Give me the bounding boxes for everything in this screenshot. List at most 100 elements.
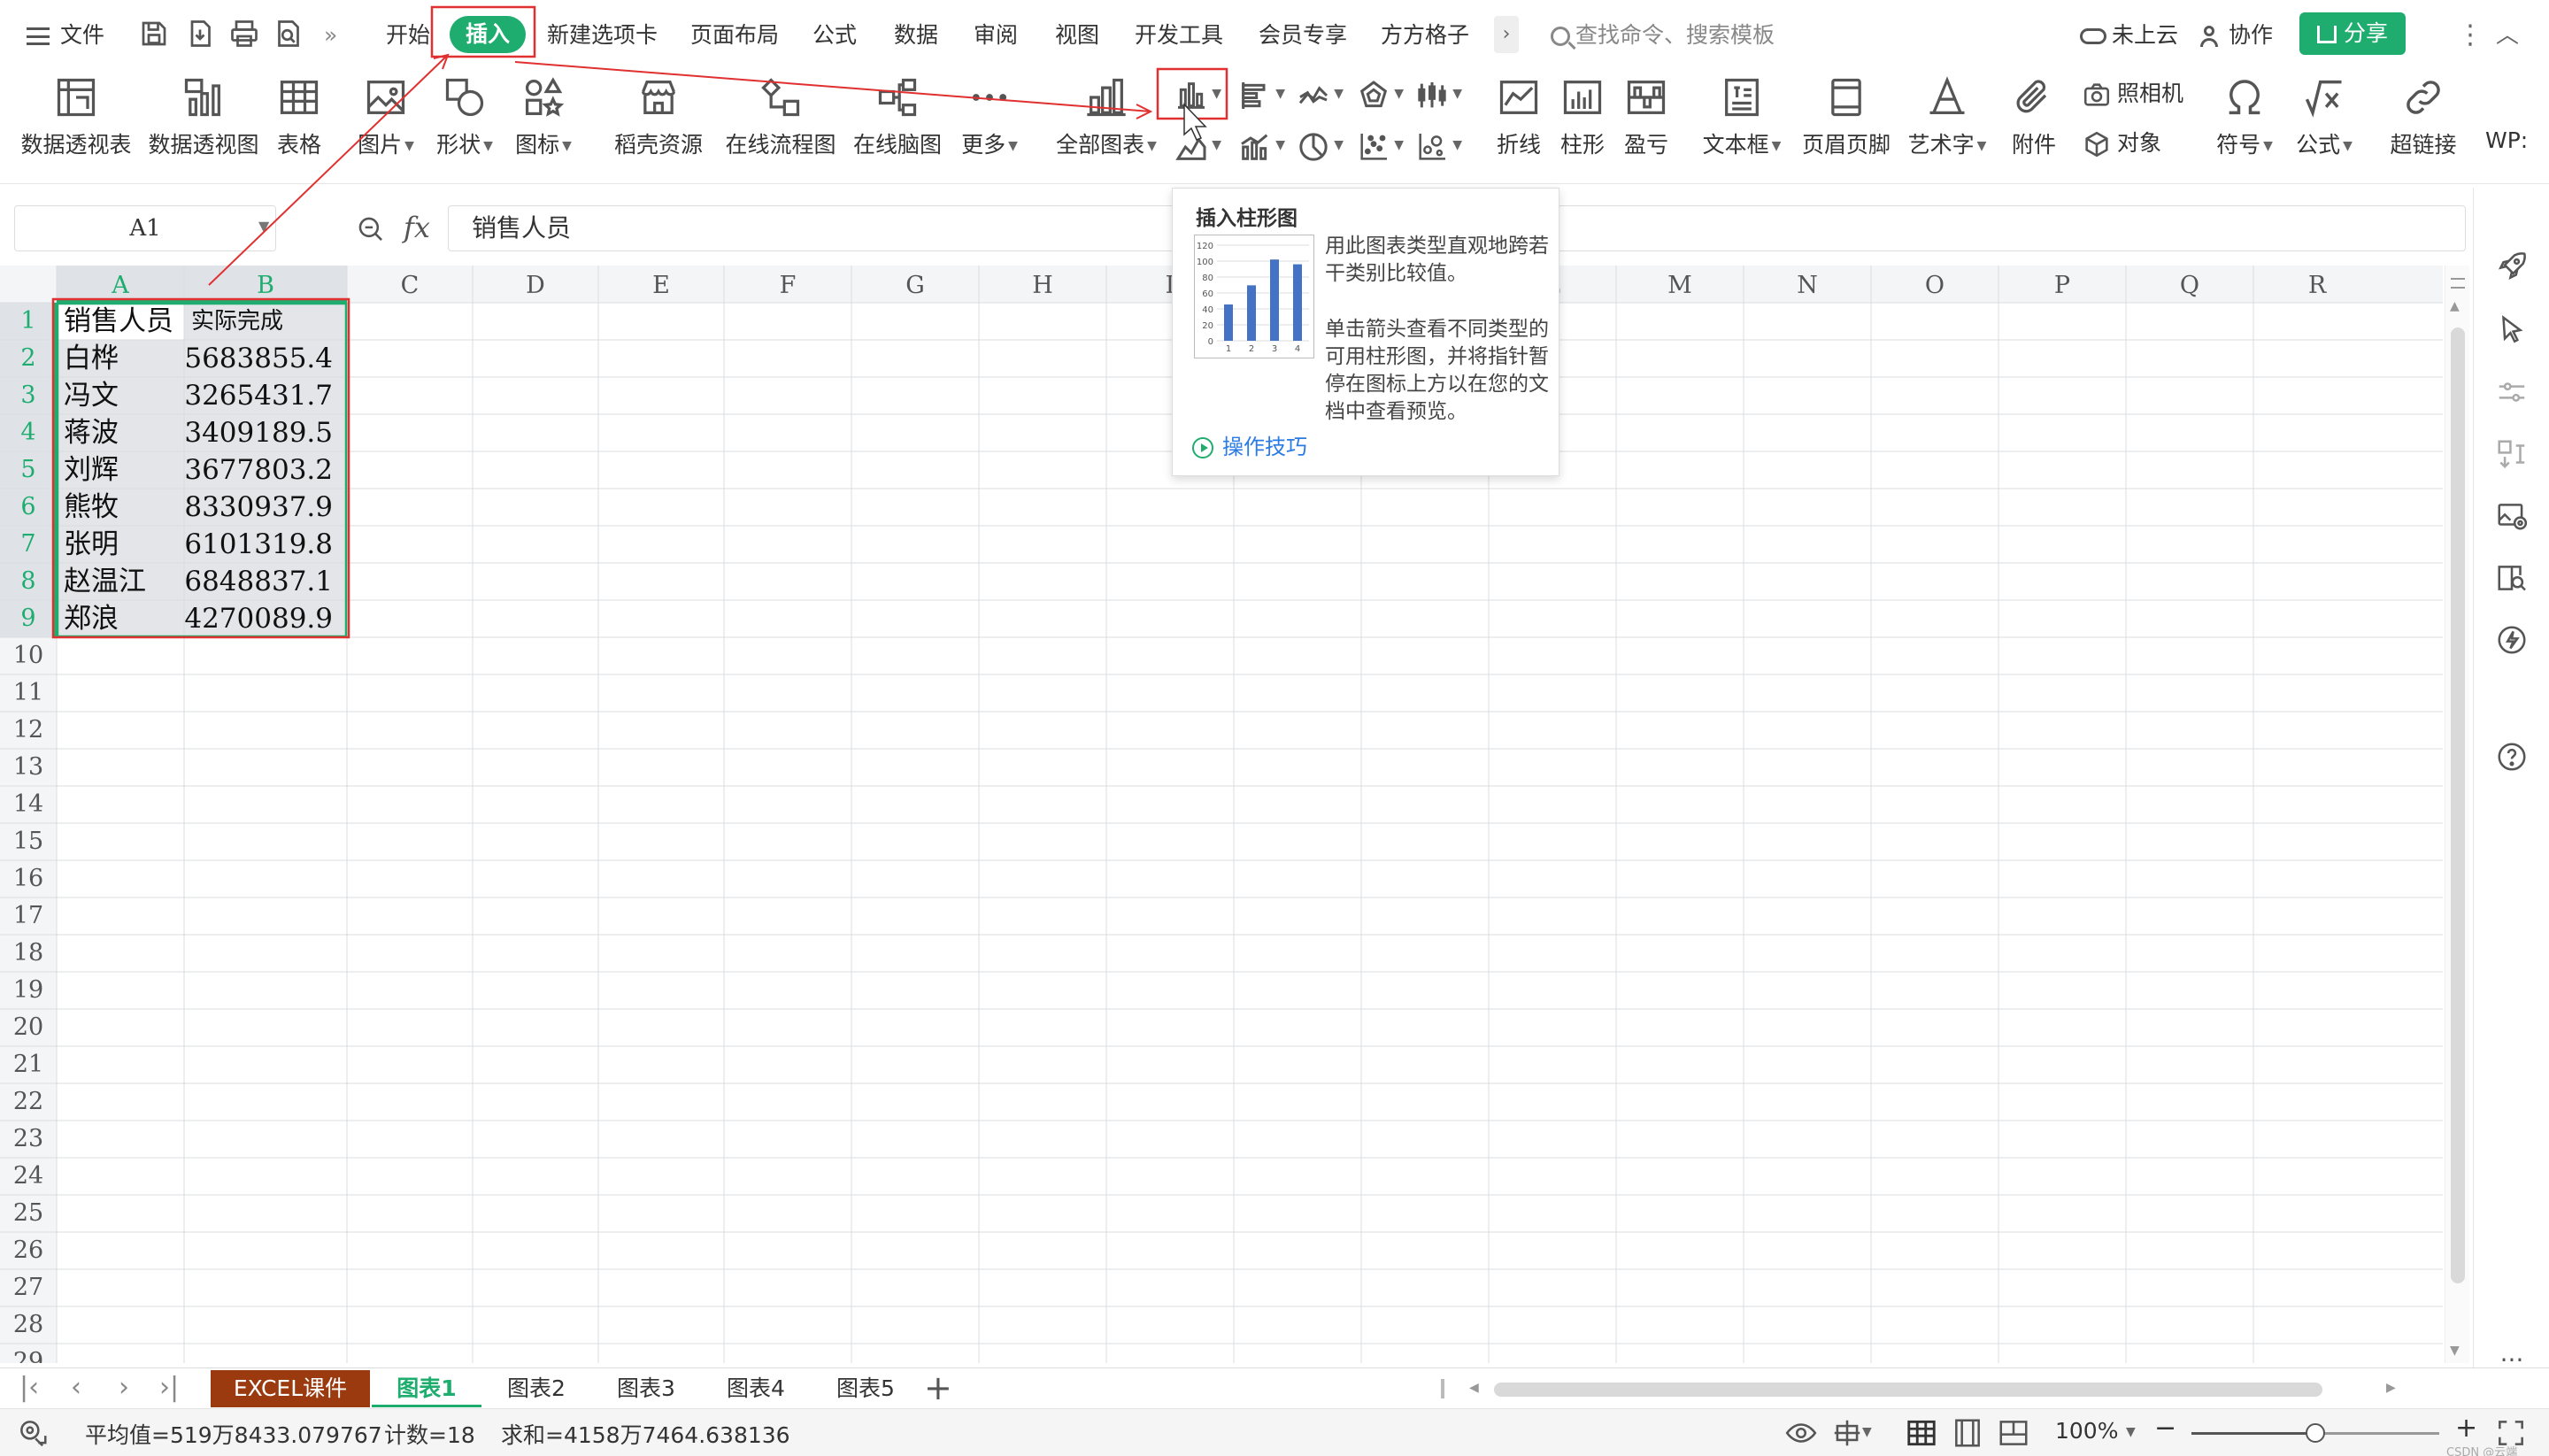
zoom-level[interactable]: 100% <box>2055 1418 2118 1444</box>
hyperlink-button[interactable]: 超链接 <box>2384 69 2462 182</box>
vertical-scrollbar[interactable]: ▲ ▼ <box>2445 266 2469 1363</box>
sheet-tab-chart5[interactable]: 图表5 <box>811 1370 920 1407</box>
first-sheet-icon[interactable]: |‹ <box>19 1372 39 1403</box>
normal-view-icon[interactable] <box>1905 1416 1938 1450</box>
more-button[interactable]: 更多 ▼ <box>956 69 1023 182</box>
pivot-chart-button[interactable]: 数据透视图 <box>145 69 262 182</box>
lightning-icon[interactable] <box>2495 623 2529 657</box>
help-icon[interactable] <box>2495 740 2529 774</box>
row-header-20[interactable]: 20 <box>0 1009 57 1046</box>
row-header-28[interactable]: 28 <box>0 1306 57 1344</box>
command-search[interactable]: 查找命令、搜索模板 <box>1551 18 1775 53</box>
dropdown-arrow-icon[interactable]: ▼ <box>1862 1425 1872 1439</box>
column-header-P[interactable]: P <box>1998 266 2126 303</box>
prev-sheet-icon[interactable]: ‹ <box>71 1372 81 1403</box>
column-header-N[interactable]: N <box>1744 266 1871 303</box>
horizontal-scrollbar[interactable]: ◀ ▶ <box>1469 1379 2400 1400</box>
scatter-chart-button[interactable]: ▼ <box>1356 126 1405 168</box>
sheet-tab-excel[interactable]: EXCEL课件 <box>211 1370 370 1407</box>
shape-button[interactable]: 形状 ▼ <box>430 69 499 182</box>
all-charts-button[interactable]: 全部图表 ▼ <box>1051 69 1161 182</box>
docer-resources-button[interactable]: 稻壳资源 <box>611 69 706 182</box>
page-break-view-icon[interactable] <box>1997 1416 2030 1450</box>
file-menu[interactable]: 文件 <box>27 18 104 53</box>
row-header-14[interactable]: 14 <box>0 786 57 823</box>
tab-developer[interactable]: 开发工具 <box>1135 18 1223 53</box>
wps-cut-button[interactable]: WP: <box>2478 69 2549 182</box>
pivot-table-button[interactable]: 数据透视表 <box>18 69 135 182</box>
table-button[interactable]: 表格 <box>269 69 329 182</box>
horizontal-scrollbar-thumb[interactable] <box>1494 1383 2322 1397</box>
chevron-down-icon[interactable]: ▼ <box>258 218 269 235</box>
row-header-9[interactable]: 9 <box>0 600 57 637</box>
row-header-18[interactable]: 18 <box>0 935 57 972</box>
picture-button[interactable]: 图片 ▼ <box>352 69 420 182</box>
attachment-button[interactable]: 附件 <box>2002 69 2066 182</box>
row-header-24[interactable]: 24 <box>0 1158 57 1195</box>
macro-record-icon[interactable] <box>16 1416 50 1450</box>
zoom-in-icon[interactable]: + <box>2455 1413 2477 1444</box>
stock-chart-button[interactable]: ▼ <box>1414 74 1464 117</box>
sparkline-winloss-button[interactable]: 盈亏 <box>1614 69 1678 182</box>
bar-chart-button[interactable]: ▼ <box>1237 74 1287 117</box>
tips-link[interactable]: 操作技巧 <box>1192 429 1307 460</box>
wordart-button[interactable]: 艺术字 ▼ <box>1905 69 1990 182</box>
tab-split-handle[interactable] <box>1441 1379 1444 1398</box>
column-header-G[interactable]: G <box>851 266 979 303</box>
cell-A7[interactable]: 张明 <box>57 526 184 563</box>
sliders-icon[interactable] <box>2495 375 2529 409</box>
cell-A8[interactable]: 赵温江 <box>57 563 184 600</box>
cell-A3[interactable]: 冯文 <box>57 377 184 414</box>
row-header-8[interactable]: 8 <box>0 563 57 600</box>
cell-B3[interactable]: 3265431.7 <box>184 377 347 414</box>
tab-page-layout[interactable]: 页面布局 <box>690 18 779 53</box>
split-handle-icon[interactable] <box>2451 278 2465 289</box>
print-preview-icon[interactable] <box>273 18 304 50</box>
collapse-ribbon-icon[interactable]: ︿ <box>2496 18 2519 53</box>
cell-B2[interactable]: 5683855.4 <box>184 340 347 377</box>
formula-insert-button[interactable]: 公式 ▼ <box>2289 69 2360 182</box>
object-button[interactable]: 对象 <box>2082 124 2161 163</box>
sparkline-line-button[interactable]: 折线 <box>1487 69 1551 182</box>
column-header-H[interactable]: H <box>979 266 1106 303</box>
row-header-15[interactable]: 15 <box>0 823 57 860</box>
collab-button[interactable]: 协作 <box>2200 18 2273 53</box>
zoom-slider[interactable] <box>2191 1423 2439 1443</box>
dropdown-arrow-icon[interactable]: ▼ <box>2126 1425 2136 1439</box>
sheet-tab-chart2[interactable]: 图表2 <box>481 1370 591 1407</box>
tab-member[interactable]: 会员专享 <box>1259 18 1347 53</box>
row-header-21[interactable]: 21 <box>0 1046 57 1083</box>
tab-insert[interactable]: 插入 <box>450 16 526 53</box>
bubble-chart-button[interactable]: ▼ <box>1414 126 1464 168</box>
row-header-2[interactable]: 2 <box>0 340 57 377</box>
tab-review[interactable]: 审阅 <box>974 18 1018 53</box>
symbol-button[interactable]: 符号 ▼ <box>2209 69 2280 182</box>
scroll-left-icon[interactable]: ◀ <box>1469 1381 1479 1395</box>
last-sheet-icon[interactable]: ›| <box>159 1372 179 1403</box>
scroll-up-icon[interactable]: ▲ <box>2450 299 2460 313</box>
sparkline-column-button[interactable]: 柱形 <box>1551 69 1614 182</box>
column-header-F[interactable]: F <box>724 266 851 303</box>
sheet-tab-chart3[interactable]: 图表3 <box>591 1370 701 1407</box>
row-header-29[interactable]: 29 <box>0 1344 57 1363</box>
tab-data[interactable]: 数据 <box>894 18 938 53</box>
row-header-5[interactable]: 5 <box>0 451 57 489</box>
cell-A2[interactable]: 白桦 <box>57 340 184 377</box>
row-header-22[interactable]: 22 <box>0 1083 57 1121</box>
camera-button[interactable]: 照相机 <box>2082 74 2183 113</box>
row-header-23[interactable]: 23 <box>0 1121 57 1158</box>
crosshair-icon[interactable] <box>1830 1416 1864 1450</box>
row-header-11[interactable]: 11 <box>0 674 57 712</box>
scroll-down-icon[interactable]: ▼ <box>2450 1344 2460 1358</box>
more-options-icon[interactable]: ⋮ <box>2457 18 2484 53</box>
line-chart-button[interactable]: ▼ <box>1296 74 1345 117</box>
cell-B8[interactable]: 6848837.1 <box>184 563 347 600</box>
cell-A9[interactable]: 郑浪 <box>57 600 184 637</box>
eye-protection-icon[interactable] <box>1784 1416 1818 1450</box>
area-chart-button[interactable]: ▼ <box>1174 126 1223 168</box>
zoom-out-icon[interactable]: − <box>2154 1413 2176 1444</box>
more-quick-icon[interactable]: » <box>324 18 337 53</box>
column-header-D[interactable]: D <box>473 266 598 303</box>
row-header-6[interactable]: 6 <box>0 489 57 526</box>
row-header-19[interactable]: 19 <box>0 972 57 1009</box>
